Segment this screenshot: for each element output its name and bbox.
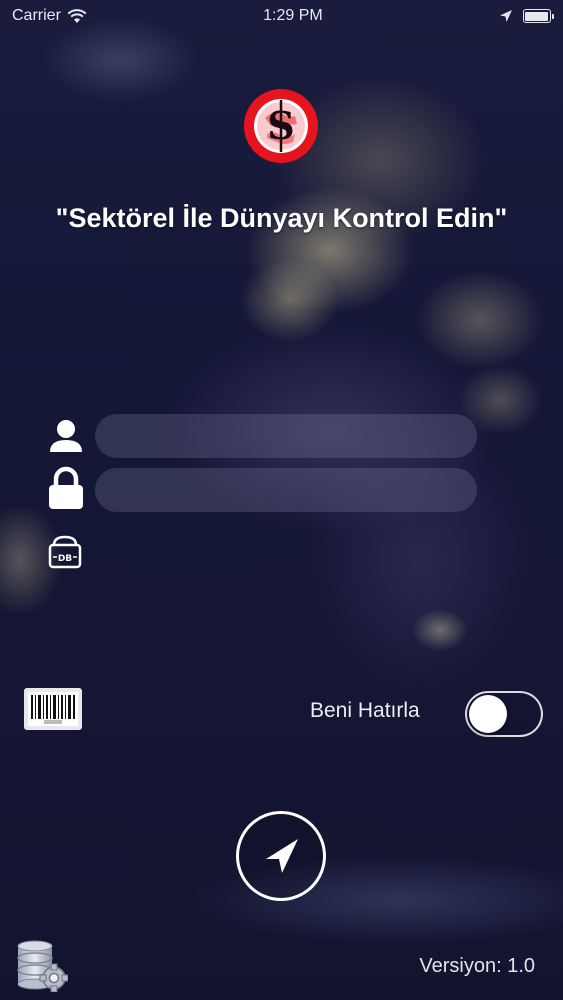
status-bar-left: Carrier — [12, 7, 87, 25]
app-logo: S — [244, 89, 318, 163]
version-label: Versiyon: 1.0 — [419, 955, 535, 977]
database-settings-icon[interactable] — [14, 938, 68, 992]
location-arrow-icon — [499, 10, 512, 22]
username-row — [0, 412, 563, 460]
navigation-arrow-icon — [266, 839, 298, 873]
user-icon — [50, 420, 82, 452]
battery-level — [525, 11, 549, 21]
slogan-title: "Sektörel İle Dünyayı Kontrol Edin" — [55, 203, 508, 233]
password-row — [0, 466, 563, 514]
remember-me-toggle[interactable] — [465, 691, 543, 737]
status-time: 1:29 PM — [263, 7, 323, 24]
database-icon[interactable]: DB — [48, 533, 82, 569]
status-bar: Carrier 1:29 PM — [0, 0, 563, 32]
login-button[interactable] — [236, 811, 326, 901]
password-input[interactable] — [95, 468, 477, 512]
svg-text:DB: DB — [58, 554, 72, 564]
barcode-icon[interactable] — [24, 688, 82, 730]
carrier-label: Carrier — [12, 7, 61, 24]
battery-icon — [522, 9, 554, 23]
status-bar-right — [499, 9, 554, 23]
username-input[interactable] — [95, 414, 477, 458]
toggle-knob — [469, 695, 507, 733]
remember-me-label: Beni Hatırla — [310, 699, 420, 722]
lock-icon — [49, 466, 83, 509]
wifi-icon — [67, 8, 87, 23]
